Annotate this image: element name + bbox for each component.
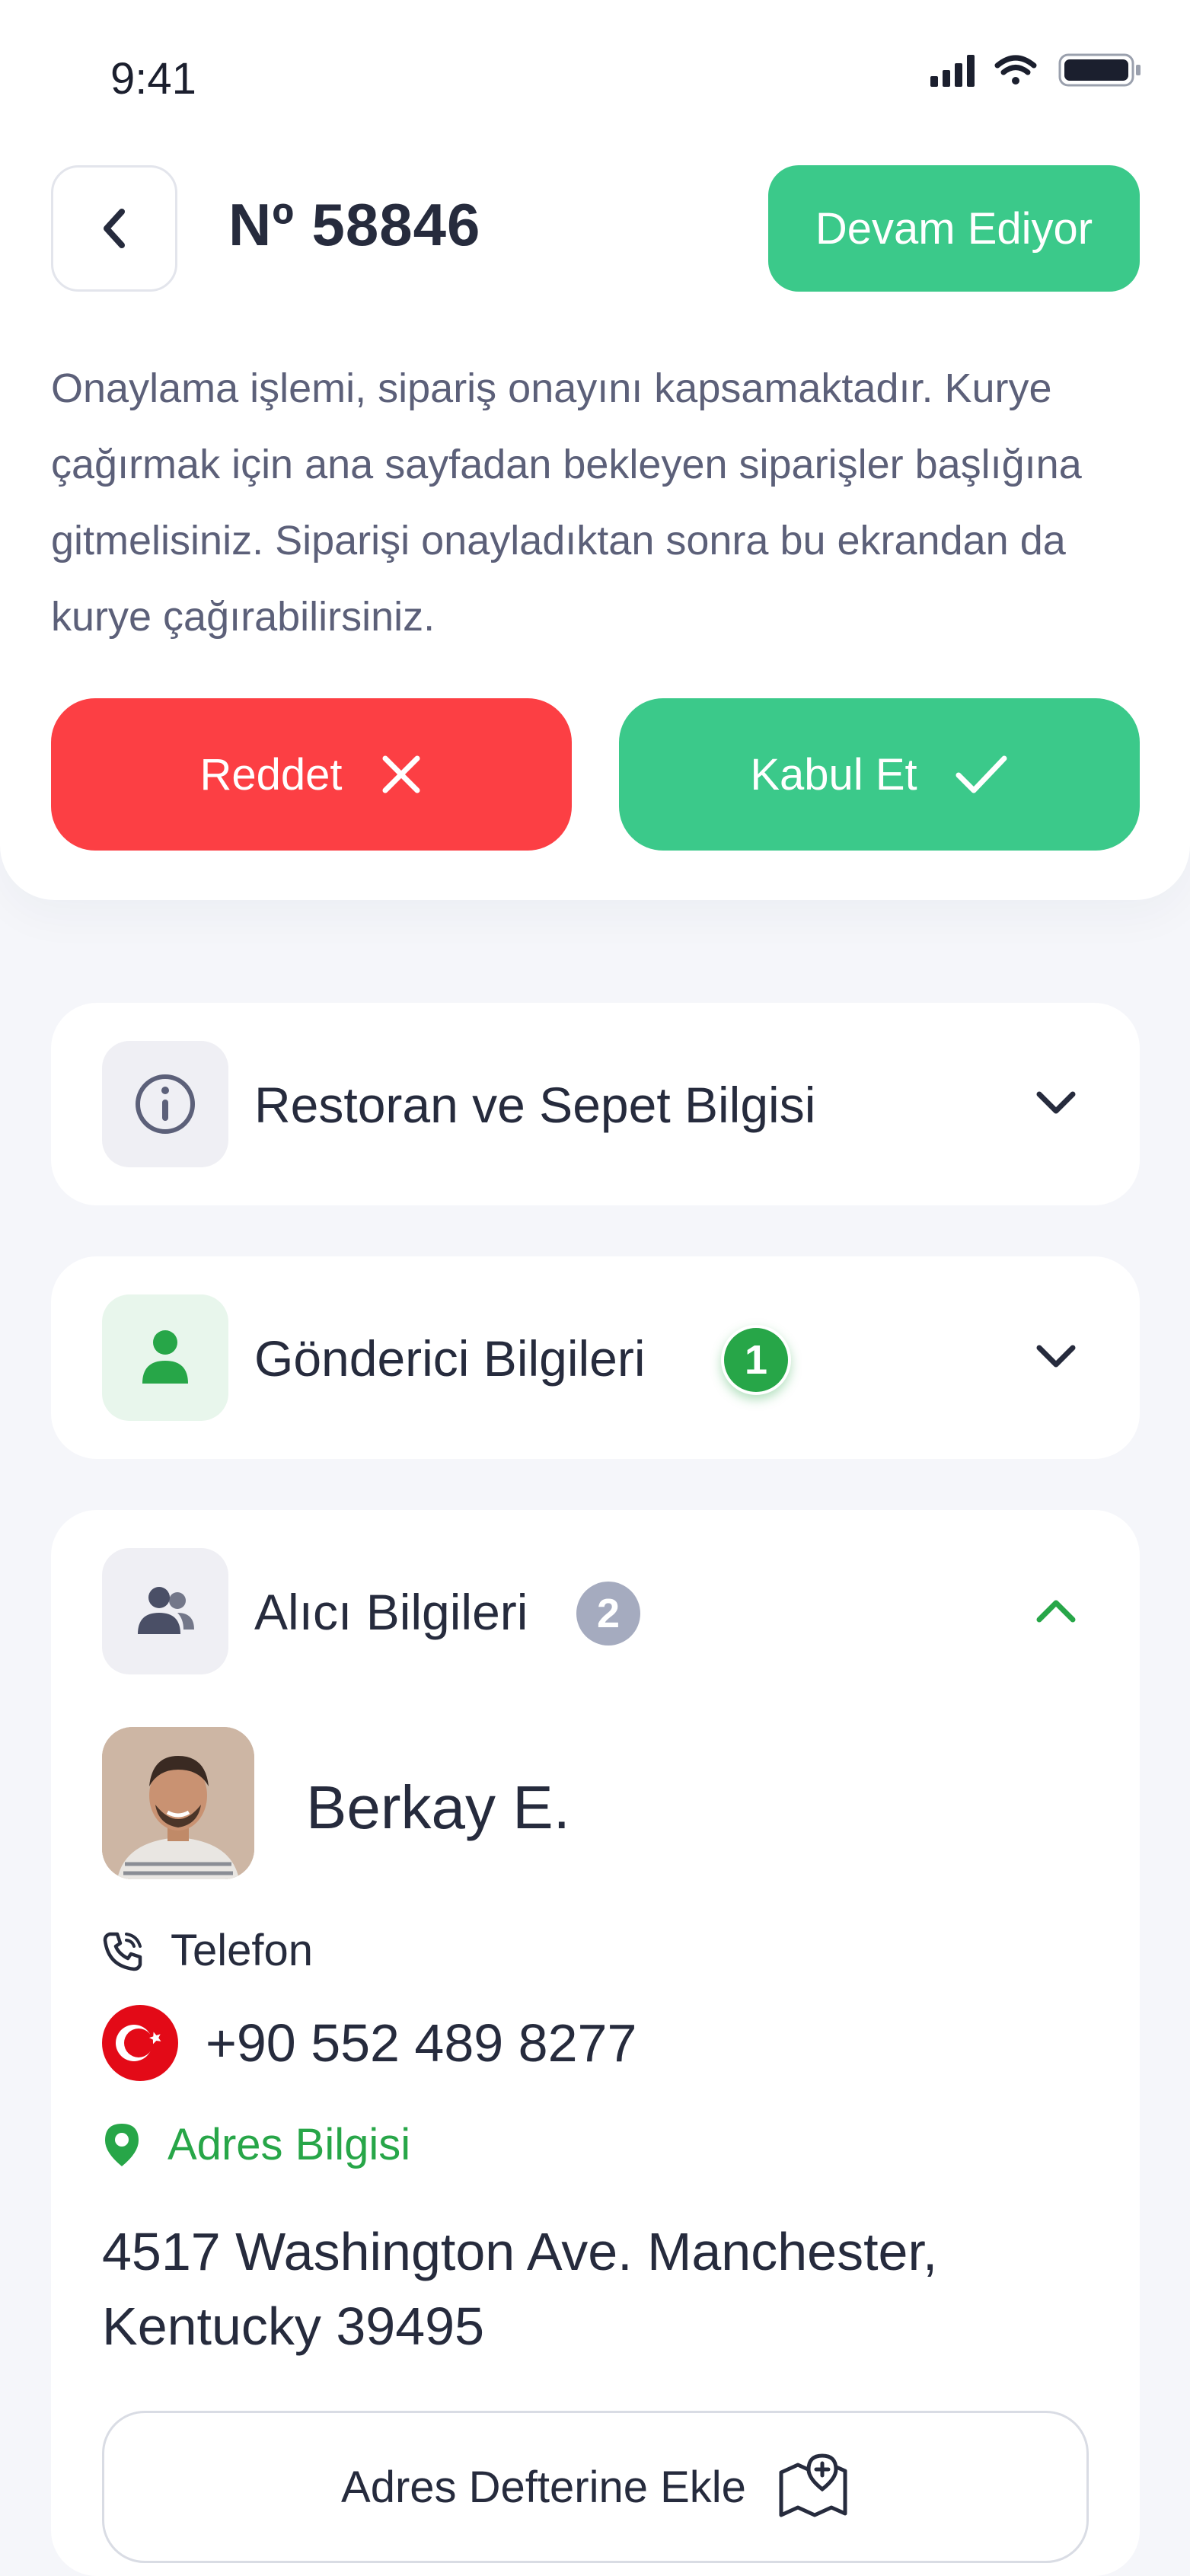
recipient-count-badge: 2 <box>576 1582 640 1646</box>
add-to-address-book-label: Adres Defterine Ekle <box>341 2462 746 2512</box>
address-text: 4517 Washington Ave. Manchester, Kentuck… <box>102 2222 938 2356</box>
phone-row[interactable]: +90 552 489 8277 <box>102 2005 636 2081</box>
avatar-photo <box>102 1727 254 1879</box>
address-label: Adres Bilgisi <box>167 2120 411 2169</box>
chevron-down-icon[interactable] <box>1033 1085 1079 1122</box>
phone-icon <box>103 1932 142 1971</box>
add-to-address-book-button[interactable]: Adres Defterine Ekle <box>102 2411 1089 2563</box>
order-number: Nº 58846 <box>228 191 481 258</box>
avatar <box>102 1727 254 1879</box>
chevron-up-icon[interactable] <box>1033 1592 1079 1629</box>
info-icon <box>136 1074 195 1134</box>
chevron-down-icon[interactable] <box>1033 1339 1079 1375</box>
wifi-icon <box>994 55 1037 85</box>
info-icon-box <box>102 1041 228 1167</box>
turkey-flag-icon <box>102 2005 178 2081</box>
signal-icon <box>930 55 975 87</box>
sender-section-title: Gönderici Bilgileri <box>254 1330 646 1387</box>
back-button[interactable] <box>51 165 177 292</box>
address-label-row: Adres Bilgisi <box>102 2119 410 2170</box>
users-icon <box>138 1587 194 1634</box>
location-pin-icon <box>105 2123 139 2166</box>
restaurant-section-title: Restoran ve Sepet Bilgisi <box>254 1077 816 1133</box>
user-icon-box <box>102 1294 228 1421</box>
approval-info-text: Onaylama işlemi, sipariş onayını kapsama… <box>51 365 1082 640</box>
reject-button-label: Reddet <box>199 749 343 800</box>
sender-count-badge: 1 <box>721 1325 791 1395</box>
close-icon <box>382 755 420 793</box>
accept-button-label: Kabul Et <box>750 749 917 800</box>
users-icon-box <box>102 1548 228 1674</box>
phone-number: +90 552 489 8277 <box>206 2013 637 2073</box>
chevron-left-icon <box>104 209 125 248</box>
recipient-name: Berkay E. <box>306 1773 570 1841</box>
user-icon <box>142 1330 188 1384</box>
status-bar-icons <box>930 53 1141 87</box>
check-icon <box>956 755 1007 793</box>
phone-label: Telefon <box>171 1926 314 1975</box>
phone-label-row: Telefon <box>102 1925 313 1976</box>
battery-icon <box>1058 53 1141 87</box>
reject-button[interactable]: Reddet <box>51 698 572 851</box>
recipient-section: Alıcı Bilgileri 2 Berkay E. Telefon +90 … <box>51 1510 1140 2576</box>
map-pin-add-icon <box>779 2453 847 2517</box>
sender-section[interactable]: Gönderici Bilgileri 1 <box>51 1256 1140 1459</box>
order-status-badge: Devam Ediyor <box>768 165 1140 292</box>
restaurant-cart-section[interactable]: Restoran ve Sepet Bilgisi <box>51 1003 1140 1205</box>
status-bar-time: 9:41 <box>110 54 196 104</box>
accept-button[interactable]: Kabul Et <box>619 698 1140 851</box>
recipient-section-title: Alıcı Bilgileri <box>254 1584 528 1640</box>
